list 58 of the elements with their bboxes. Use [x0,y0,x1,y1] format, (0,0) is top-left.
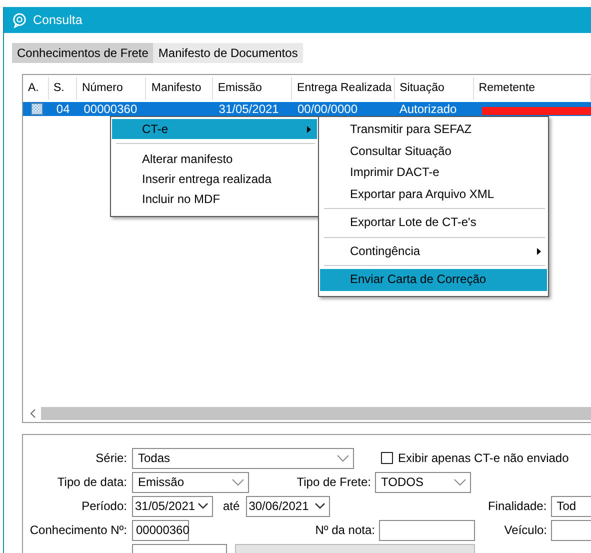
chevron-down-icon [232,478,244,486]
column-header[interactable]: Entrega Realizada [292,77,395,100]
input-field[interactable] [379,520,475,540]
chevron-down-icon [337,454,349,462]
menu-item[interactable]: Imprimir DACT-e [320,162,547,184]
table-cell-text: 04 [55,102,71,116]
table-row[interactable]: 04 00000360 31/05/2021 00/00/0000 Autorizado [23,102,591,116]
chevron-down-icon [454,478,466,486]
column-header[interactable]: Número [76,77,146,100]
field-label: Tipo de Frete: [296,475,371,489]
field-label: Veículo: [503,523,547,537]
menu-item[interactable]: Exportar para Arquivo XML [320,184,547,205]
input-field[interactable] [551,520,591,540]
menu-item[interactable]: Contingência [320,240,547,262]
chevron-down-icon [314,503,325,509]
row-status-icon [31,103,43,115]
column-header[interactable]: Remetente [474,77,591,100]
table-cell-text: Autorizado [398,102,458,116]
date-picker[interactable]: 31/05/2021 [132,496,213,516]
field-label: Período: [80,499,127,513]
tab[interactable]: Conhecimentos de Frete [12,43,154,63]
column-header[interactable]: Manifesto [146,77,213,100]
menu-item[interactable]: CT-e [112,119,317,139]
field-label: Conhecimento Nº: [28,523,127,537]
column-header[interactable]: Situação [394,77,474,100]
table-cell-text: 31/05/2021 [218,102,280,116]
scrollbar-track[interactable] [41,406,591,420]
column-header[interactable]: S. [48,77,77,100]
input-field[interactable]: 00000360 [132,520,189,540]
submenu-arrow-icon [537,248,541,254]
column-header[interactable]: Emissão [212,77,292,100]
menu-item[interactable]: Transmitir para SEFAZ [320,119,547,140]
field-label: Finalidade: [486,499,547,513]
date-picker[interactable]: 30/06/2021 [246,496,330,516]
field-label: Série: [94,451,127,465]
menu-item[interactable]: Enviar Carta de Correção [320,269,547,290]
field-label: Nº da nota: [314,523,375,537]
chat-bubble-icon [12,12,27,28]
table-cell-text: 00/00/0000 [296,102,358,116]
menu-item[interactable]: Exportar Lote de CT-e's [320,212,547,234]
scroll-left-icon[interactable] [30,408,36,418]
window-title: Consulta [33,13,82,27]
menu-item[interactable]: Inserir entrega realizada [112,169,317,189]
purpose-dropdown[interactable]: Tod [550,496,591,516]
table-cell-text: 00000360 [82,102,138,116]
tab[interactable]: Manifesto de Documentos [153,43,303,63]
menu-item[interactable]: Incluir no MDF [112,189,317,209]
menu-item[interactable]: Consultar Situação [320,140,547,162]
column-header[interactable]: A. [23,77,49,100]
checkbox[interactable]: Exibir apenas CT-e não enviado [381,451,569,465]
field-label: Tipo de data: [56,475,127,489]
menu-item[interactable]: Alterar manifesto [112,149,317,169]
submenu-arrow-icon [307,126,311,133]
date-type-dropdown[interactable]: Emissão [132,472,249,492]
field-label: até [223,499,240,513]
chevron-down-icon [198,503,208,509]
serie-dropdown[interactable]: Todas [132,448,354,468]
freight-type-dropdown[interactable]: TODOS [375,472,471,492]
